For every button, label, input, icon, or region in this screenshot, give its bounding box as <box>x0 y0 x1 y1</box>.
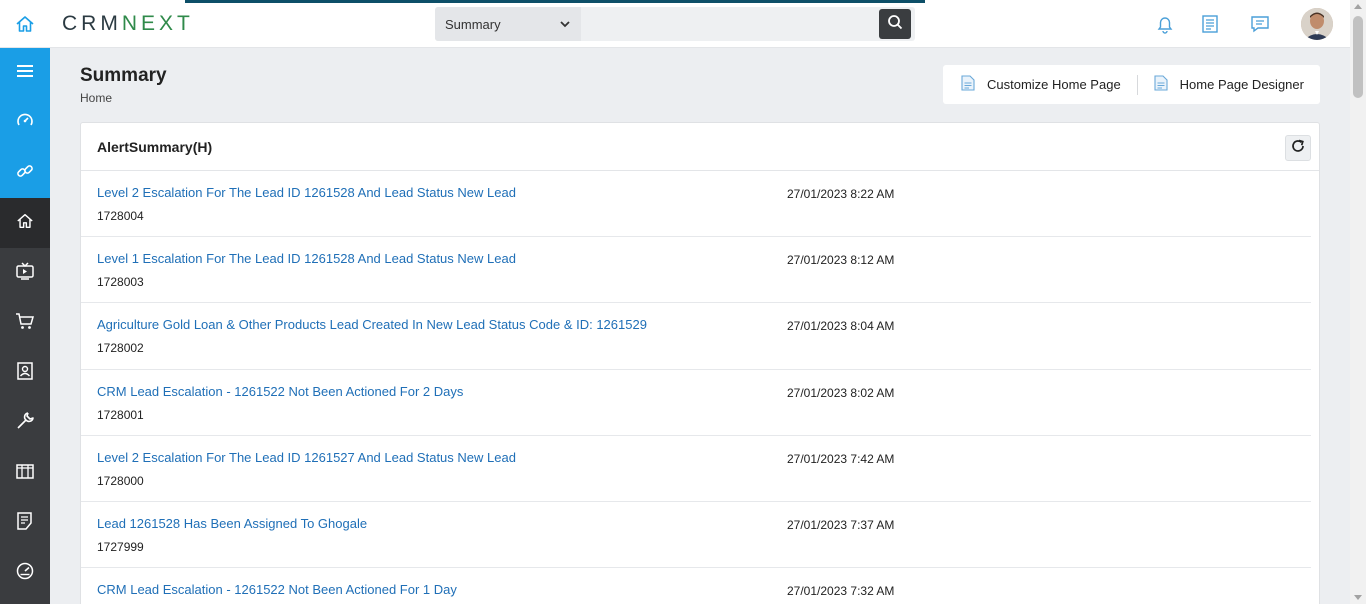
tv-icon <box>15 261 35 286</box>
scrollbar-thumb[interactable] <box>1353 16 1363 98</box>
search-scope-select[interactable]: Summary <box>435 7 581 41</box>
alert-date: 27/01/2023 8:02 AM <box>787 385 895 400</box>
bell-icon[interactable] <box>1153 12 1177 36</box>
sidebar-item-performance[interactable] <box>0 548 50 598</box>
customize-home-page-label: Customize Home Page <box>987 77 1121 92</box>
alert-summary-widget: AlertSummary(H) Level 2 Escalation For T… <box>80 122 1320 604</box>
sidebar-item-links[interactable] <box>0 148 50 198</box>
app-logo[interactable]: CRMNEXT <box>62 12 194 36</box>
search-icon <box>887 14 903 35</box>
cart-icon <box>15 311 35 336</box>
alert-title-link[interactable]: Lead 1261528 Has Been Assigned To Ghogal… <box>97 516 367 531</box>
top-header: CRMNEXT Summary <box>0 0 1350 48</box>
alert-title-link[interactable]: Level 2 Escalation For The Lead ID 12615… <box>97 185 516 200</box>
document-icon <box>961 75 975 94</box>
alert-date: 27/01/2023 7:42 AM <box>787 451 895 466</box>
scroll-up-arrow-icon[interactable] <box>1354 4 1362 9</box>
link-icon <box>15 161 35 186</box>
home-page-designer-label: Home Page Designer <box>1179 77 1304 92</box>
scroll-down-arrow-icon[interactable] <box>1354 595 1362 600</box>
alert-title-link[interactable]: Level 2 Escalation For The Lead ID 12615… <box>97 450 516 465</box>
divider <box>1136 74 1138 95</box>
page-scrollbar[interactable] <box>1350 0 1366 604</box>
sidebar-item-tools[interactable] <box>0 398 50 448</box>
refresh-icon <box>1291 139 1305 158</box>
alert-row: Agriculture Gold Loan & Other Products L… <box>81 303 1311 370</box>
speedometer-icon <box>15 561 35 586</box>
alert-id: 1727999 <box>97 539 144 554</box>
customize-home-page-button[interactable]: Customize Home Page <box>961 65 1121 104</box>
alert-row: Level 2 Escalation For The Lead ID 12615… <box>81 436 1311 502</box>
alert-row: Lead 1261528 Has Been Assigned To Ghogal… <box>81 502 1311 569</box>
breadcrumb[interactable]: Home <box>80 91 112 105</box>
alert-date: 27/01/2023 7:32 AM <box>787 584 895 599</box>
document-list-icon[interactable] <box>1198 12 1222 36</box>
contact-card-icon <box>15 361 35 386</box>
alert-title-link[interactable]: CRM Lead Escalation - 1261522 Not Been A… <box>97 582 457 597</box>
notes-icon <box>15 511 35 536</box>
document-icon <box>1154 75 1168 94</box>
widget-title: AlertSummary(H) <box>97 139 213 155</box>
sidebar-item-dashboard[interactable] <box>0 98 50 148</box>
alert-title-link[interactable]: Agriculture Gold Loan & Other Products L… <box>97 317 647 332</box>
alert-date: 27/01/2023 8:04 AM <box>787 319 895 334</box>
alert-row: CRM Lead Escalation - 1261522 Not Been A… <box>81 370 1311 436</box>
sidebar-item-media[interactable] <box>0 248 50 298</box>
alert-date: 27/01/2023 7:37 AM <box>787 517 895 532</box>
wrench-icon <box>15 411 35 436</box>
global-search: Summary <box>435 7 915 41</box>
sidebar <box>0 48 50 604</box>
page-actions: Customize Home Page Home Page Designer <box>943 65 1320 104</box>
home-icon[interactable] <box>0 0 50 48</box>
search-button[interactable] <box>879 9 911 39</box>
chat-icon[interactable] <box>1248 12 1272 36</box>
sidebar-item-contacts[interactable] <box>0 348 50 398</box>
alert-id: 1728002 <box>97 341 144 356</box>
alert-date: 27/01/2023 8:22 AM <box>787 187 895 201</box>
alert-title-link[interactable]: CRM Lead Escalation - 1261522 Not Been A… <box>97 384 463 399</box>
alert-id: 1728003 <box>97 275 144 290</box>
loading-bar <box>185 0 925 3</box>
alert-row: CRM Lead Escalation - 1261522 Not Been A… <box>81 568 1311 604</box>
sidebar-item-home[interactable] <box>0 198 50 248</box>
sidebar-item-reports[interactable] <box>0 448 50 498</box>
alert-id: 1728000 <box>97 473 144 488</box>
chevron-down-icon <box>559 18 571 33</box>
user-avatar[interactable] <box>1301 8 1333 40</box>
widget-header: AlertSummary(H) <box>81 123 1319 171</box>
alert-row: Level 2 Escalation For The Lead ID 12615… <box>81 171 1311 238</box>
alert-date: 27/01/2023 8:12 AM <box>787 253 895 268</box>
refresh-button[interactable] <box>1285 135 1311 161</box>
dashboard-gauge-icon <box>15 111 35 136</box>
alert-row: Level 1 Escalation For The Lead ID 12615… <box>81 237 1311 304</box>
page-title: Summary <box>80 65 167 86</box>
sidebar-menu-toggle[interactable] <box>0 48 50 98</box>
sidebar-item-commerce[interactable] <box>0 298 50 348</box>
home-page-designer-button[interactable]: Home Page Designer <box>1154 65 1304 104</box>
alert-title-link[interactable]: Level 1 Escalation For The Lead ID 12615… <box>97 251 516 266</box>
home-icon <box>16 212 34 235</box>
alert-id: 1728001 <box>97 407 144 422</box>
alert-id: 1728004 <box>97 209 144 223</box>
columns-icon <box>15 461 35 486</box>
sidebar-item-notes[interactable] <box>0 498 50 548</box>
menu-icon <box>16 64 34 83</box>
